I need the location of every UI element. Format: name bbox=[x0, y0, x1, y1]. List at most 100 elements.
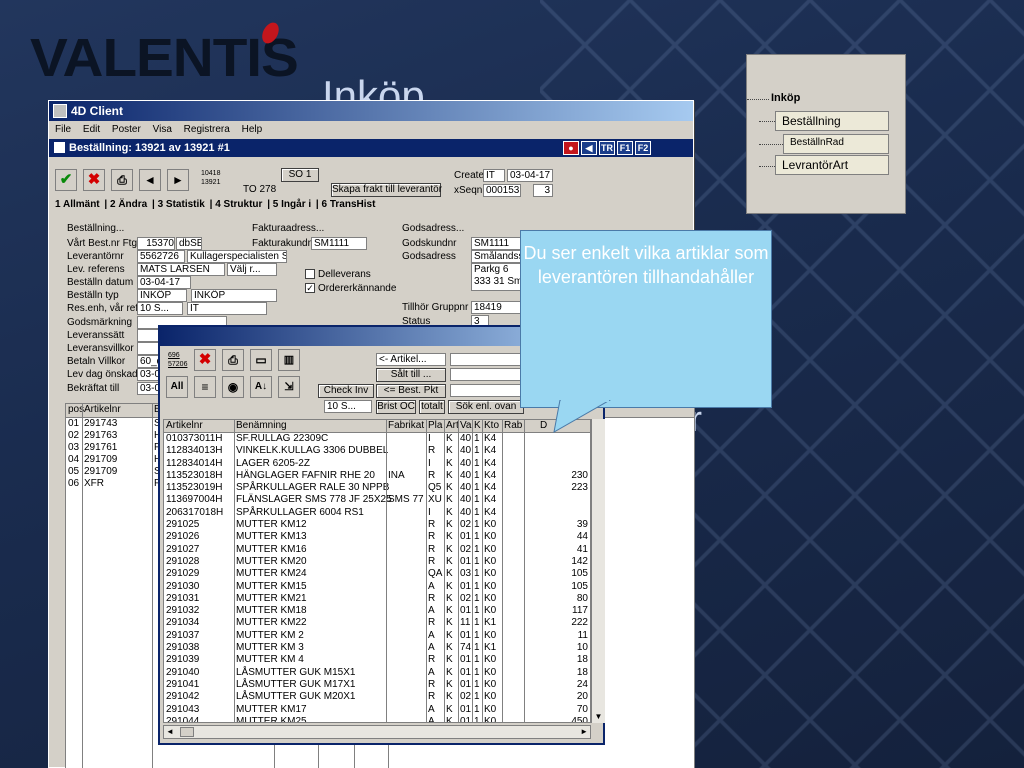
tab-andra[interactable]: 2 Ändra bbox=[110, 199, 147, 210]
list-item[interactable]: 291034 MUTTER KM22 R K 11 1 K1 222 bbox=[164, 617, 590, 629]
popup-view-icon[interactable]: ◉ bbox=[222, 376, 244, 398]
list-item[interactable]: 291037 MUTTER KM 2 A K 01 1 K0 11 bbox=[164, 630, 590, 642]
levdag-field[interactable]: 03-0 bbox=[137, 368, 159, 381]
betaln-field[interactable]: 60_d bbox=[137, 355, 159, 368]
accept-check-icon[interactable]: ✔ bbox=[55, 169, 77, 191]
totalt-button[interactable]: totalt bbox=[419, 400, 445, 414]
popup-sort-icon[interactable]: A↓ bbox=[250, 376, 272, 398]
lev-ref-select[interactable]: Välj r... bbox=[227, 263, 277, 276]
var-ref-field[interactable]: IT bbox=[187, 302, 267, 315]
popup-print-icon[interactable]: ⎙ bbox=[222, 349, 244, 371]
previous-arrow-icon[interactable]: ◄ bbox=[139, 169, 161, 191]
list-item[interactable]: 291040 LÅSMUTTER GUK M15X1 A K 01 1 K0 18 bbox=[164, 667, 590, 679]
tab-transhist[interactable]: 6 TransHist bbox=[322, 199, 376, 210]
best-ftg-field[interactable]: dbSE bbox=[176, 237, 202, 250]
list-item[interactable]: 112834013H VINKELK.KULLAG 3306 DUBBEL R K 40… bbox=[164, 445, 590, 457]
scroll-right-icon[interactable]: ► bbox=[580, 726, 588, 738]
delleverans-checkbox[interactable]: Delleverans bbox=[305, 269, 371, 281]
scroll-thumb[interactable] bbox=[180, 727, 194, 737]
stop-icon[interactable]: ● bbox=[563, 141, 579, 155]
list-item[interactable]: 291027 MUTTER KM16 R K 02 1 K0 41 bbox=[164, 544, 590, 556]
list-item[interactable]: 112834014H LAGER 6205-2Z I K 40 1 K4 bbox=[164, 458, 590, 470]
best-pkt-button[interactable]: <= Best. Pkt bbox=[376, 384, 446, 398]
create-user-field[interactable]: IT bbox=[483, 169, 505, 182]
menu-file[interactable]: File bbox=[55, 124, 71, 135]
scroll-down-icon[interactable]: ▼ bbox=[592, 710, 605, 723]
tree-item-bestallning[interactable]: Beställning bbox=[775, 111, 889, 131]
list-item[interactable]: 291043 MUTTER KM17 A K 01 1 K0 70 bbox=[164, 704, 590, 716]
list-item[interactable]: 291042 LÅSMUTTER GUK M20X1 R K 02 1 K0 20 bbox=[164, 691, 590, 703]
popup-export-icon[interactable]: ⇲ bbox=[278, 376, 300, 398]
typ-field[interactable]: INKÖP bbox=[137, 289, 187, 302]
create-date-field[interactable]: 03-04-17 bbox=[507, 169, 553, 182]
datum-field[interactable]: 03-04-17 bbox=[137, 276, 191, 289]
popup-close-x-icon[interactable]: ✖ bbox=[194, 349, 216, 371]
lev-nr-field[interactable]: 5562726 bbox=[137, 250, 185, 263]
brist-oc-button[interactable]: Brist OC bbox=[376, 400, 416, 414]
gods-address-block[interactable]: Parkg 6 333 31 Sm bbox=[471, 263, 523, 291]
list-item[interactable]: 291028 MUTTER KM20 R K 01 1 K0 142 bbox=[164, 556, 590, 568]
list-item[interactable]: 291029 MUTTER KM24 QA K 03 1 K0 105 bbox=[164, 568, 590, 580]
xseq-field[interactable]: 000153 bbox=[483, 184, 521, 197]
popup-all-button[interactable]: All bbox=[166, 376, 188, 398]
back-icon[interactable]: ◀ bbox=[581, 141, 597, 155]
artikel-select[interactable]: <- Artikel... bbox=[376, 353, 446, 366]
tab-struktur[interactable]: 4 Struktur bbox=[215, 199, 262, 210]
f1-button[interactable]: F1 bbox=[617, 141, 633, 155]
menu-poster[interactable]: Poster bbox=[112, 124, 141, 135]
list-item[interactable]: 113523019H SPÅRKULLAGER RALE 30 NPPB Q5 K 40… bbox=[164, 482, 590, 494]
tab-allmant[interactable]: 1 Allmänt bbox=[55, 199, 100, 210]
faktura-kundnr-field[interactable]: SM1111 bbox=[311, 237, 367, 250]
popup-window-icon[interactable]: ▭ bbox=[250, 349, 272, 371]
filter-select-1[interactable] bbox=[450, 353, 524, 366]
lev-name-field[interactable]: Kullagerspecialisten Sv bbox=[187, 250, 287, 263]
filter-select-2[interactable] bbox=[450, 368, 524, 381]
vertical-scrollbar[interactable]: ▼ bbox=[591, 419, 605, 723]
so-button[interactable]: SO 1 bbox=[281, 168, 319, 182]
sok-enl-ovan-button[interactable]: Sök enl. ovan bbox=[448, 400, 524, 414]
lev-ref-field[interactable]: MATS LARSEN bbox=[137, 263, 225, 276]
popup-chart-icon[interactable]: ▥ bbox=[278, 349, 300, 371]
grupp-field[interactable]: 18419 bbox=[471, 301, 523, 314]
gods-adress-field[interactable]: Smålandsst bbox=[471, 250, 523, 263]
typ-select[interactable]: INKÖP bbox=[191, 289, 277, 302]
next-arrow-icon[interactable]: ► bbox=[167, 169, 189, 191]
list-item[interactable]: 291038 MUTTER KM 3 A K 74 1 K1 10 bbox=[164, 642, 590, 654]
list-item[interactable]: 010373011H SF.RULLAG 22309C I K 40 1 K4 bbox=[164, 433, 590, 445]
create-freight-button[interactable]: Skapa frakt till leverantör bbox=[331, 183, 442, 197]
list-item[interactable]: 291032 MUTTER KM18 A K 01 1 K0 117 bbox=[164, 605, 590, 617]
horizontal-scrollbar[interactable]: ◄ ► bbox=[163, 725, 591, 739]
tree-root-label[interactable]: Inköp bbox=[771, 92, 800, 104]
best-nr-field[interactable]: 15370 bbox=[137, 237, 175, 250]
list-item[interactable]: 291041 LÅSMUTTER GUK M17X1 R K 01 1 K0 24 bbox=[164, 679, 590, 691]
scroll-left-icon[interactable]: ◄ bbox=[166, 726, 174, 738]
menu-edit[interactable]: Edit bbox=[83, 124, 100, 135]
list-item[interactable]: 291030 MUTTER KM15 A K 01 1 K0 105 bbox=[164, 581, 590, 593]
list-item[interactable]: 113697004H FLÄNSLAGER SMS 778 JF 25X25 SMS… bbox=[164, 494, 590, 506]
tab-ingar-i[interactable]: 5 Ingår i bbox=[273, 199, 311, 210]
list-item[interactable]: 113523018H HÄNGLAGER FAFNIR RHE 20 INA R K 40… bbox=[164, 470, 590, 482]
check-inv-button[interactable]: Check Inv bbox=[318, 384, 374, 398]
tr-button[interactable]: TR bbox=[599, 141, 615, 155]
gods-kundnr-field[interactable]: SM1111 bbox=[471, 237, 523, 250]
salt-till-button[interactable]: Sålt till ... bbox=[376, 368, 446, 382]
popup-list-icon[interactable]: ≡ bbox=[194, 376, 216, 398]
res-select[interactable]: 10 S... bbox=[137, 302, 183, 315]
list-item[interactable]: 291031 MUTTER KM21 R K 02 1 K0 80 bbox=[164, 593, 590, 605]
tree-item-bestallnrad[interactable]: BeställnRad bbox=[783, 134, 889, 154]
list-item[interactable]: 206317018H SPÅRKULLAGER 6004 RS1 I K 40 1 K4 bbox=[164, 507, 590, 519]
menu-registrera[interactable]: Registrera bbox=[184, 124, 230, 135]
cancel-x-icon[interactable]: ✖ bbox=[83, 169, 105, 191]
print-icon[interactable]: ⎙ bbox=[111, 169, 133, 191]
menu-help[interactable]: Help bbox=[242, 124, 263, 135]
res-unit-select[interactable]: 10 S... bbox=[324, 400, 372, 413]
list-item[interactable]: 291025 MUTTER KM12 R K 02 1 K0 39 bbox=[164, 519, 590, 531]
ordererkannande-checkbox[interactable]: ✓ Ordererkännande bbox=[305, 283, 396, 295]
bekraftat-field[interactable]: 03-0 bbox=[137, 382, 159, 395]
menu-visa[interactable]: Visa bbox=[153, 124, 172, 135]
list-item[interactable]: 291026 MUTTER KM13 R K 01 1 K0 44 bbox=[164, 531, 590, 543]
list-item[interactable]: 291039 MUTTER KM 4 R K 01 1 K0 18 bbox=[164, 654, 590, 666]
f2-button[interactable]: F2 bbox=[635, 141, 651, 155]
filter-select-3[interactable] bbox=[450, 384, 524, 397]
tab-statistik[interactable]: 3 Statistik bbox=[158, 199, 205, 210]
